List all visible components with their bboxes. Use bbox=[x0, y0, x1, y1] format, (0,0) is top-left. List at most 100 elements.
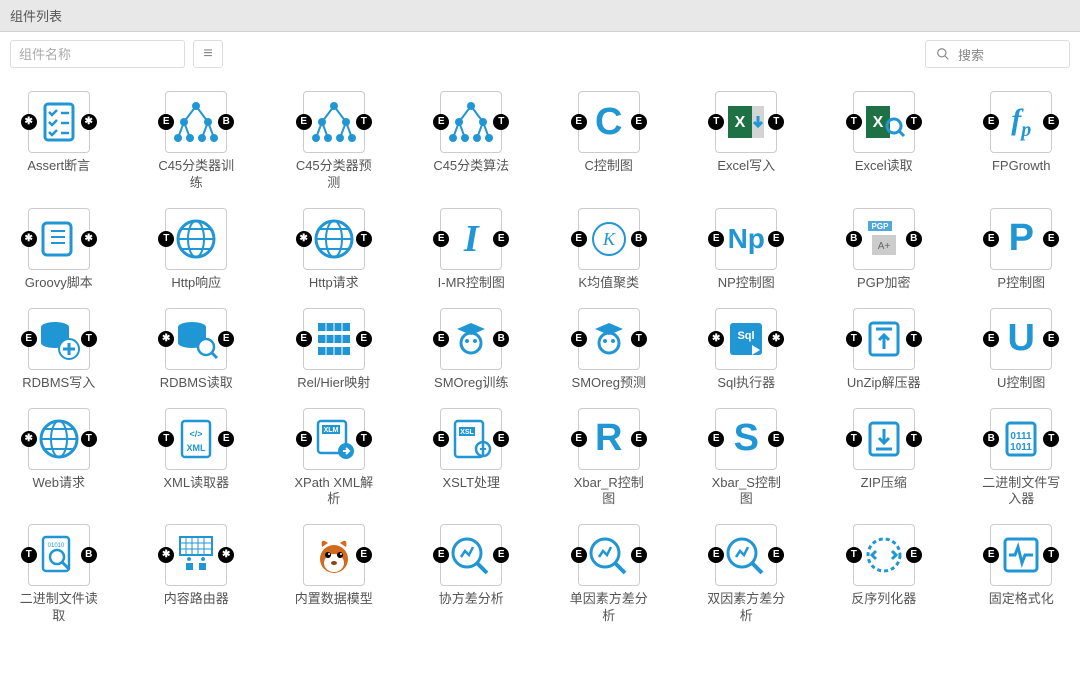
component-label: Sql执行器 bbox=[717, 375, 775, 392]
svg-text:X: X bbox=[735, 114, 746, 131]
component-icon-box: EBK bbox=[578, 208, 640, 270]
component-item[interactable]: EE单因素方差分析 bbox=[560, 524, 658, 625]
component-item[interactable]: EEfpFPGrowth bbox=[973, 91, 1071, 192]
component-icon-box: TT bbox=[853, 408, 915, 470]
chart-mag-icon bbox=[585, 531, 633, 579]
port-badge-left: T bbox=[846, 114, 862, 130]
component-item[interactable]: EECC控制图 bbox=[560, 91, 658, 192]
svg-text:XML: XML bbox=[187, 443, 207, 453]
component-icon-box: ✱✱Sql bbox=[715, 308, 777, 370]
component-icon-box: ✱T bbox=[28, 408, 90, 470]
component-item[interactable]: EES Xbar_S控制图 bbox=[698, 408, 796, 509]
component-label: 二进制文件读取 bbox=[19, 591, 99, 625]
port-badge-right: E bbox=[1043, 331, 1059, 347]
component-icon-box: TT bbox=[853, 308, 915, 370]
component-item[interactable]: EENpNP控制图 bbox=[698, 208, 796, 292]
component-icon-box: TE bbox=[853, 524, 915, 586]
component-icon-box: ET bbox=[303, 91, 365, 153]
svg-text:Sql: Sql bbox=[738, 330, 755, 342]
search-box[interactable]: 搜索 bbox=[925, 40, 1070, 68]
k-cluster-icon: K bbox=[585, 215, 633, 263]
component-item[interactable]: BT01111011二进制文件写入器 bbox=[973, 408, 1071, 509]
component-icon-box: BT01111011 bbox=[990, 408, 1052, 470]
component-item[interactable]: EBSMOreg训练 bbox=[423, 308, 521, 392]
component-icon-box: BBPGPA+ bbox=[853, 208, 915, 270]
port-badge-left: ✱ bbox=[21, 431, 37, 447]
port-badge-right: E bbox=[356, 331, 372, 347]
component-label: Rel/Hier映射 bbox=[297, 375, 370, 392]
component-item[interactable]: BBPGPA+PGP加密 bbox=[835, 208, 933, 292]
letter-I-icon: I bbox=[447, 215, 495, 263]
component-item[interactable]: EBKK均值聚类 bbox=[560, 208, 658, 292]
port-badge-left: ✱ bbox=[296, 231, 312, 247]
component-item[interactable]: EERXbar_R控制图 bbox=[560, 408, 658, 509]
menu-button[interactable]: ≡ bbox=[193, 40, 223, 68]
bin-search-icon: 01010 bbox=[35, 531, 83, 579]
component-label: Http响应 bbox=[171, 275, 221, 292]
component-item[interactable]: EE双因素方差分析 bbox=[698, 524, 796, 625]
component-item[interactable]: ETSMOreg预测 bbox=[560, 308, 658, 392]
db-plus-icon bbox=[35, 315, 83, 363]
component-item[interactable]: EE协方差分析 bbox=[423, 524, 521, 625]
component-item[interactable]: ✱✱Sql Sql执行器 bbox=[698, 308, 796, 392]
component-item[interactable]: EEXSLXSLT处理 bbox=[423, 408, 521, 509]
component-item[interactable]: TE反序列化器 bbox=[835, 524, 933, 625]
port-badge-right: B bbox=[906, 231, 922, 247]
component-icon-box: EES bbox=[715, 408, 777, 470]
component-item[interactable]: ETRDBMS写入 bbox=[10, 308, 108, 392]
component-label: Xbar_S控制图 bbox=[706, 475, 786, 509]
component-item[interactable]: E内置数据模型 bbox=[285, 524, 383, 625]
component-item[interactable]: ✱✱内容路由器 bbox=[148, 524, 246, 625]
component-icon-box: ✱✱ bbox=[28, 91, 90, 153]
svg-text:K: K bbox=[602, 229, 616, 249]
port-badge-right: E bbox=[1043, 114, 1059, 130]
component-label: SMOreg训练 bbox=[434, 375, 508, 392]
component-icon-box: ✱✱ bbox=[28, 208, 90, 270]
component-item[interactable]: TTXExcel读取 bbox=[835, 91, 933, 192]
component-label: C45分类器预测 bbox=[294, 158, 374, 192]
port-badge-left: T bbox=[846, 331, 862, 347]
component-item[interactable]: ✱✱Assert断言 bbox=[10, 91, 108, 192]
port-badge-left: E bbox=[296, 431, 312, 447]
component-item[interactable]: ET C45分类器预测 bbox=[285, 91, 383, 192]
component-label: Web请求 bbox=[33, 475, 86, 492]
component-item[interactable]: ✱✱ Groovy脚本 bbox=[10, 208, 108, 292]
component-item[interactable]: ETC45分类算法 bbox=[423, 91, 521, 192]
component-label: C45分类器训练 bbox=[156, 158, 236, 192]
component-item[interactable]: TTXExcel写入 bbox=[698, 91, 796, 192]
filter-input[interactable] bbox=[10, 40, 185, 68]
component-item[interactable]: TTZIP压缩 bbox=[835, 408, 933, 509]
component-label: 内容路由器 bbox=[164, 591, 229, 608]
pulse-icon bbox=[997, 531, 1045, 579]
component-item[interactable]: EEUU控制图 bbox=[973, 308, 1071, 392]
component-item[interactable]: THttp响应 bbox=[148, 208, 246, 292]
component-label: Http请求 bbox=[309, 275, 359, 292]
component-item[interactable]: TTUnZip解压器 bbox=[835, 308, 933, 392]
svg-text:XSL: XSL bbox=[460, 429, 474, 436]
component-label: 协方差分析 bbox=[439, 591, 504, 608]
component-item[interactable]: TE</>XMLXML读取器 bbox=[148, 408, 246, 509]
component-icon-box: EE bbox=[578, 524, 640, 586]
excel-search-icon: X bbox=[860, 98, 908, 146]
component-item[interactable]: EEII-MR控制图 bbox=[423, 208, 521, 292]
tree-icon bbox=[310, 98, 358, 146]
component-item[interactable]: ✱THttp请求 bbox=[285, 208, 383, 292]
component-item[interactable]: ET固定格式化 bbox=[973, 524, 1071, 625]
component-grid: ✱✱Assert断言EBC45分类器训练ETC45分类器预测ETC45分类算法E… bbox=[0, 76, 1080, 640]
np-icon: Np bbox=[722, 215, 770, 263]
component-item[interactable]: EE Rel/Hier映射 bbox=[285, 308, 383, 392]
component-item[interactable]: EBC45分类器训练 bbox=[148, 91, 246, 192]
component-label: Groovy脚本 bbox=[25, 275, 93, 292]
port-badge-left: E bbox=[296, 114, 312, 130]
component-item[interactable]: EEPP控制图 bbox=[973, 208, 1071, 292]
component-item[interactable]: ✱T Web请求 bbox=[10, 408, 108, 509]
component-item[interactable]: ✱ERDBMS读取 bbox=[148, 308, 246, 392]
letter-P-icon: P bbox=[997, 215, 1045, 263]
component-icon-box: E bbox=[303, 524, 365, 586]
component-item[interactable]: TB01010二进制文件读取 bbox=[10, 524, 108, 625]
sql-icon: Sql bbox=[722, 315, 770, 363]
component-icon-box: EE bbox=[303, 308, 365, 370]
component-item[interactable]: ETXLMXPath XML解析 bbox=[285, 408, 383, 509]
fp-icon: fp bbox=[997, 98, 1045, 146]
port-badge-left: E bbox=[983, 231, 999, 247]
